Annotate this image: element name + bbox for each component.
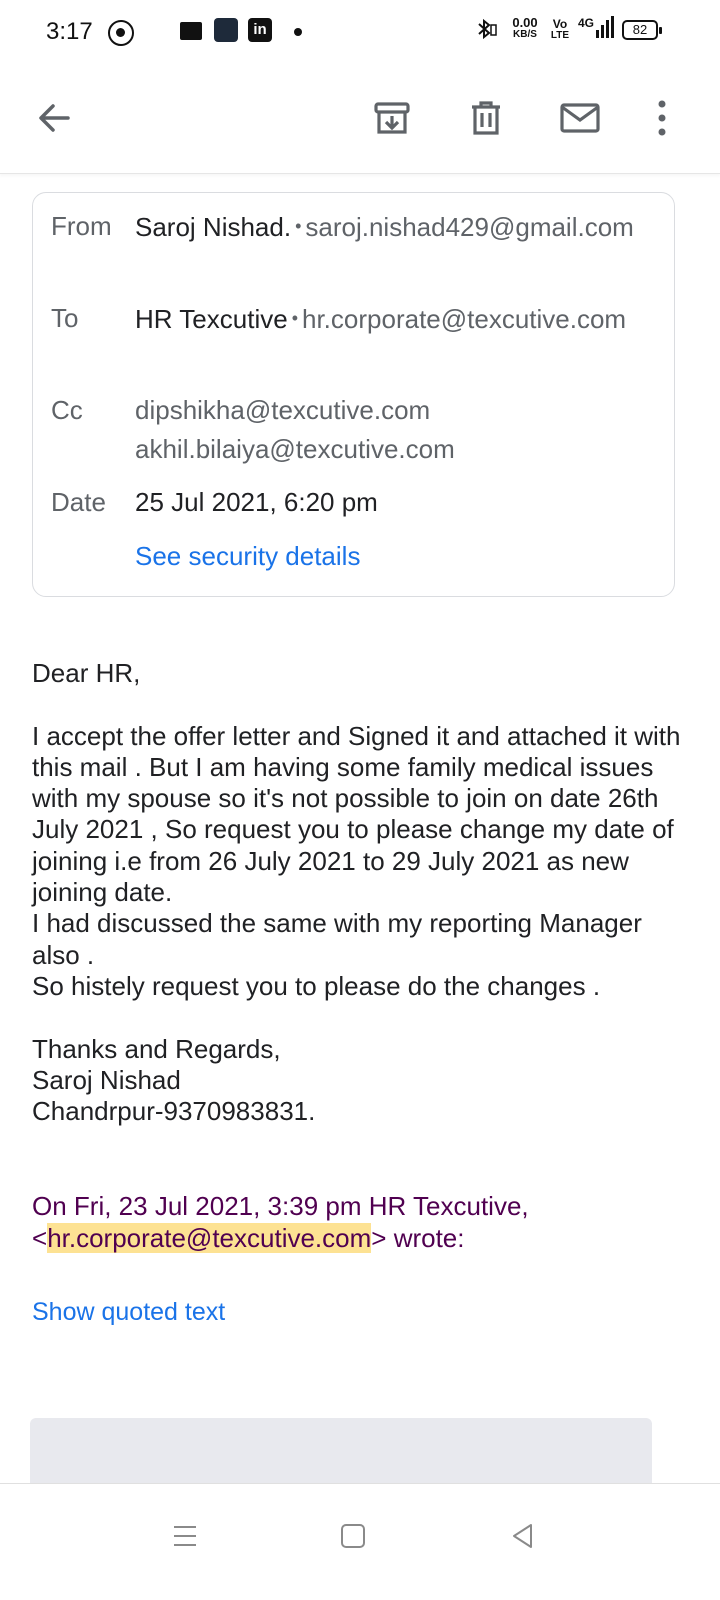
greeting: Dear HR,	[32, 658, 141, 688]
to-name: HR Texcutive	[135, 304, 288, 334]
cc-email-2[interactable]: akhil.bilaiya@texcutive.com	[135, 430, 655, 469]
linkedin-icon: in	[248, 18, 272, 42]
back-button[interactable]	[28, 92, 80, 144]
from-name: Saroj Nishad.	[135, 212, 292, 242]
attachment-card[interactable]	[30, 1418, 652, 1484]
cc-values: dipshikha@texcutive.com akhil.bilaiya@te…	[135, 391, 655, 469]
toolbar	[0, 62, 720, 174]
more-vert-icon	[658, 100, 666, 136]
archive-icon	[374, 102, 410, 134]
mail-icon	[560, 103, 600, 133]
see-security-details-link[interactable]: See security details	[135, 537, 655, 576]
signal-icon: 4G	[578, 16, 615, 38]
volte-indicator: Vo LTE	[550, 17, 570, 41]
clapperboard-icon	[180, 22, 202, 40]
to-email[interactable]: hr.corporate@texcutive.com	[302, 304, 626, 334]
from-value[interactable]: Saroj Nishad. • saroj.nishad429@gmail.com	[135, 207, 655, 247]
to-label: To	[51, 303, 79, 333]
body-paragraph-1: I accept the offer letter and Signed it …	[32, 720, 681, 908]
quote-attribution: On Fri, 23 Jul 2021, 3:39 pm HR Texcutiv…	[32, 1190, 692, 1254]
body-paragraph-3: So histely request you to please do the …	[32, 970, 601, 1001]
recent-apps-button[interactable]	[155, 1506, 215, 1566]
date-value: 25 Jul 2021, 6:20 pm	[135, 487, 378, 517]
message-details-card: From Saroj Nishad. • saroj.nishad429@gmail…	[32, 192, 675, 597]
battery-icon: 82	[622, 20, 662, 40]
back-arrow-icon	[39, 104, 70, 132]
status-time: 3:17	[46, 18, 93, 45]
to-value[interactable]: HR Texcutive • hr.corporate@texcutive.com	[135, 299, 655, 339]
delete-button[interactable]	[460, 92, 512, 144]
home-button[interactable]	[323, 1506, 383, 1566]
date-label: Date	[51, 487, 106, 517]
system-nav-bar	[0, 1483, 720, 1600]
mark-unread-button[interactable]	[554, 92, 606, 144]
archive-button[interactable]	[366, 92, 418, 144]
app-notification-icon	[214, 18, 238, 42]
attribution-email[interactable]: hr.corporate@texcutive.com	[47, 1223, 372, 1253]
more-notifications-icon	[294, 28, 302, 36]
from-email[interactable]: saroj.nishad429@gmail.com	[305, 212, 633, 242]
bluetooth-icon	[472, 16, 498, 49]
message-body: Dear HR, I accept the offer letter and S…	[32, 658, 692, 1127]
signature-contact: Chandrpur-9370983831.	[32, 1096, 316, 1127]
nav-back-button[interactable]	[493, 1506, 553, 1566]
attribution-suffix: > wrote:	[371, 1223, 465, 1253]
signature-name: Saroj Nishad	[32, 1064, 181, 1095]
more-options-button[interactable]	[636, 92, 688, 144]
whatsapp-icon	[108, 20, 134, 46]
body-paragraph-2: I had discussed the same with my reporti…	[32, 908, 642, 970]
network-speed: 0.00 KB/S	[512, 15, 538, 40]
signoff: Thanks and Regards,	[32, 1033, 281, 1064]
show-quoted-text-link[interactable]: Show quoted text	[32, 1298, 225, 1327]
home-square-icon	[341, 1524, 365, 1548]
from-label: From	[51, 211, 112, 241]
menu-icon	[174, 1526, 196, 1546]
delete-icon	[472, 101, 500, 135]
back-triangle-icon	[513, 1524, 532, 1548]
cc-label: Cc	[51, 395, 83, 425]
cc-email-1[interactable]: dipshikha@texcutive.com	[135, 391, 655, 430]
status-bar: 3:17 in 0.00 KB/S Vo LTE 4G 82	[0, 0, 720, 62]
